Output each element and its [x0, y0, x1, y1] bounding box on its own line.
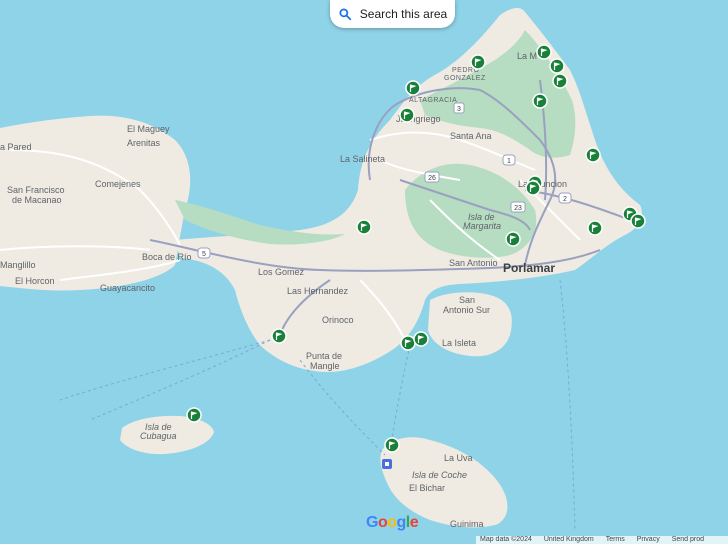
- label-san: San: [459, 295, 475, 305]
- route-shield-26: 26: [424, 171, 440, 183]
- privacy-link[interactable]: Privacy: [637, 536, 660, 544]
- route-shield-23: 23: [510, 201, 526, 213]
- flag-pin-icon[interactable]: [630, 213, 646, 229]
- flag-pin-icon[interactable]: [400, 335, 416, 351]
- label-la-pared: a Pared: [0, 142, 32, 152]
- flag-pin-icon[interactable]: [271, 328, 287, 344]
- label-los-gomez: Los Gomez: [258, 267, 305, 277]
- svg-text:2: 2: [563, 196, 567, 203]
- flag-pin-icon[interactable]: [505, 231, 521, 247]
- svg-text:3: 3: [457, 106, 461, 113]
- send-feedback-link[interactable]: Send prod: [672, 536, 704, 544]
- label-mangle: Mangle: [310, 361, 340, 371]
- flag-pin-icon[interactable]: [536, 44, 552, 60]
- flag-pin-icon[interactable]: [399, 107, 415, 123]
- flag-pin-icon[interactable]: [549, 58, 565, 74]
- label-isla-de-coche: Isla de Coche: [412, 470, 467, 480]
- label-orinoco: Orinoco: [322, 315, 354, 325]
- google-logo: Google: [366, 514, 419, 531]
- label-el-horcon: El Horcon: [15, 276, 55, 286]
- label-isla-de-margarita-2: Margarita: [463, 221, 501, 231]
- svg-text:26: 26: [428, 175, 436, 182]
- svg-text:23: 23: [514, 205, 522, 212]
- label-porlamar: Porlamar: [503, 261, 555, 275]
- flag-pin-icon[interactable]: [384, 437, 400, 453]
- flag-pin-icon[interactable]: [405, 80, 421, 96]
- label-de-macanao: de Macanao: [12, 195, 62, 205]
- label-la-salineta: La Salineta: [340, 154, 385, 164]
- route-shield-5: 5: [197, 247, 211, 259]
- flag-pin-icon[interactable]: [525, 180, 541, 196]
- label-las-hernandez: Las Hernandez: [287, 286, 349, 296]
- flag-pin-icon[interactable]: [552, 73, 568, 89]
- label-guayacancito: Guayacancito: [100, 283, 155, 293]
- flag-pin-icon[interactable]: [470, 54, 486, 70]
- route-shield-1: 1: [502, 154, 516, 166]
- label-la-uva: La Uva: [444, 453, 473, 463]
- label-manglillo: Manglillo: [0, 260, 36, 270]
- label-boca-de-rio: Boca de Río: [142, 252, 192, 262]
- label-el-maguey: El Maguey: [127, 124, 170, 134]
- label-arenitas: Arenitas: [127, 138, 161, 148]
- flag-pin-icon[interactable]: [532, 93, 548, 109]
- label-gonzalez: GONZALEZ: [444, 75, 486, 82]
- region-link[interactable]: United Kingdom: [544, 536, 594, 544]
- label-san-antonio: San Antonio: [449, 258, 498, 268]
- flag-pin-icon[interactable]: [413, 331, 429, 347]
- ferry-terminal-icon[interactable]: [382, 459, 392, 469]
- map-attribution: Map data ©2024 United Kingdom Terms Priv…: [476, 536, 728, 544]
- terms-link[interactable]: Terms: [606, 536, 625, 544]
- label-punta-de: Punta de: [306, 351, 342, 361]
- label-comejenes: Comejenes: [95, 179, 141, 189]
- flag-pin-icon[interactable]: [587, 220, 603, 236]
- label-antonio-sur: Antonio Sur: [443, 305, 490, 315]
- label-la-m: La M: [517, 51, 537, 61]
- search-this-area-button[interactable]: Search this area: [330, 0, 455, 28]
- label-isla-de-cubagua-2: Cubagua: [140, 431, 177, 441]
- route-shield-3: 3: [453, 102, 465, 114]
- label-san-francisco: San Francisco: [7, 185, 65, 195]
- search-icon: [339, 8, 351, 21]
- flag-pin-icon[interactable]: [585, 147, 601, 163]
- label-santa-ana: Santa Ana: [450, 131, 492, 141]
- flag-pin-icon[interactable]: [186, 407, 202, 423]
- label-el-bichar: El Bichar: [409, 483, 445, 493]
- label-altagracia: ALTAGRACIA: [409, 97, 457, 104]
- svg-text:5: 5: [202, 251, 206, 258]
- map-data-text: Map data ©2024: [480, 536, 532, 543]
- search-this-area-label: Search this area: [359, 7, 448, 21]
- flag-pin-icon[interactable]: [356, 219, 372, 235]
- label-guinima: Guinima: [450, 519, 484, 529]
- map-canvas[interactable]: 3 1 26 23 2 5 El Maguey Arenitas a Pared…: [0, 0, 728, 544]
- svg-text:1: 1: [507, 158, 511, 165]
- route-shield-2: 2: [558, 192, 572, 204]
- label-la-isleta: La Isleta: [442, 338, 476, 348]
